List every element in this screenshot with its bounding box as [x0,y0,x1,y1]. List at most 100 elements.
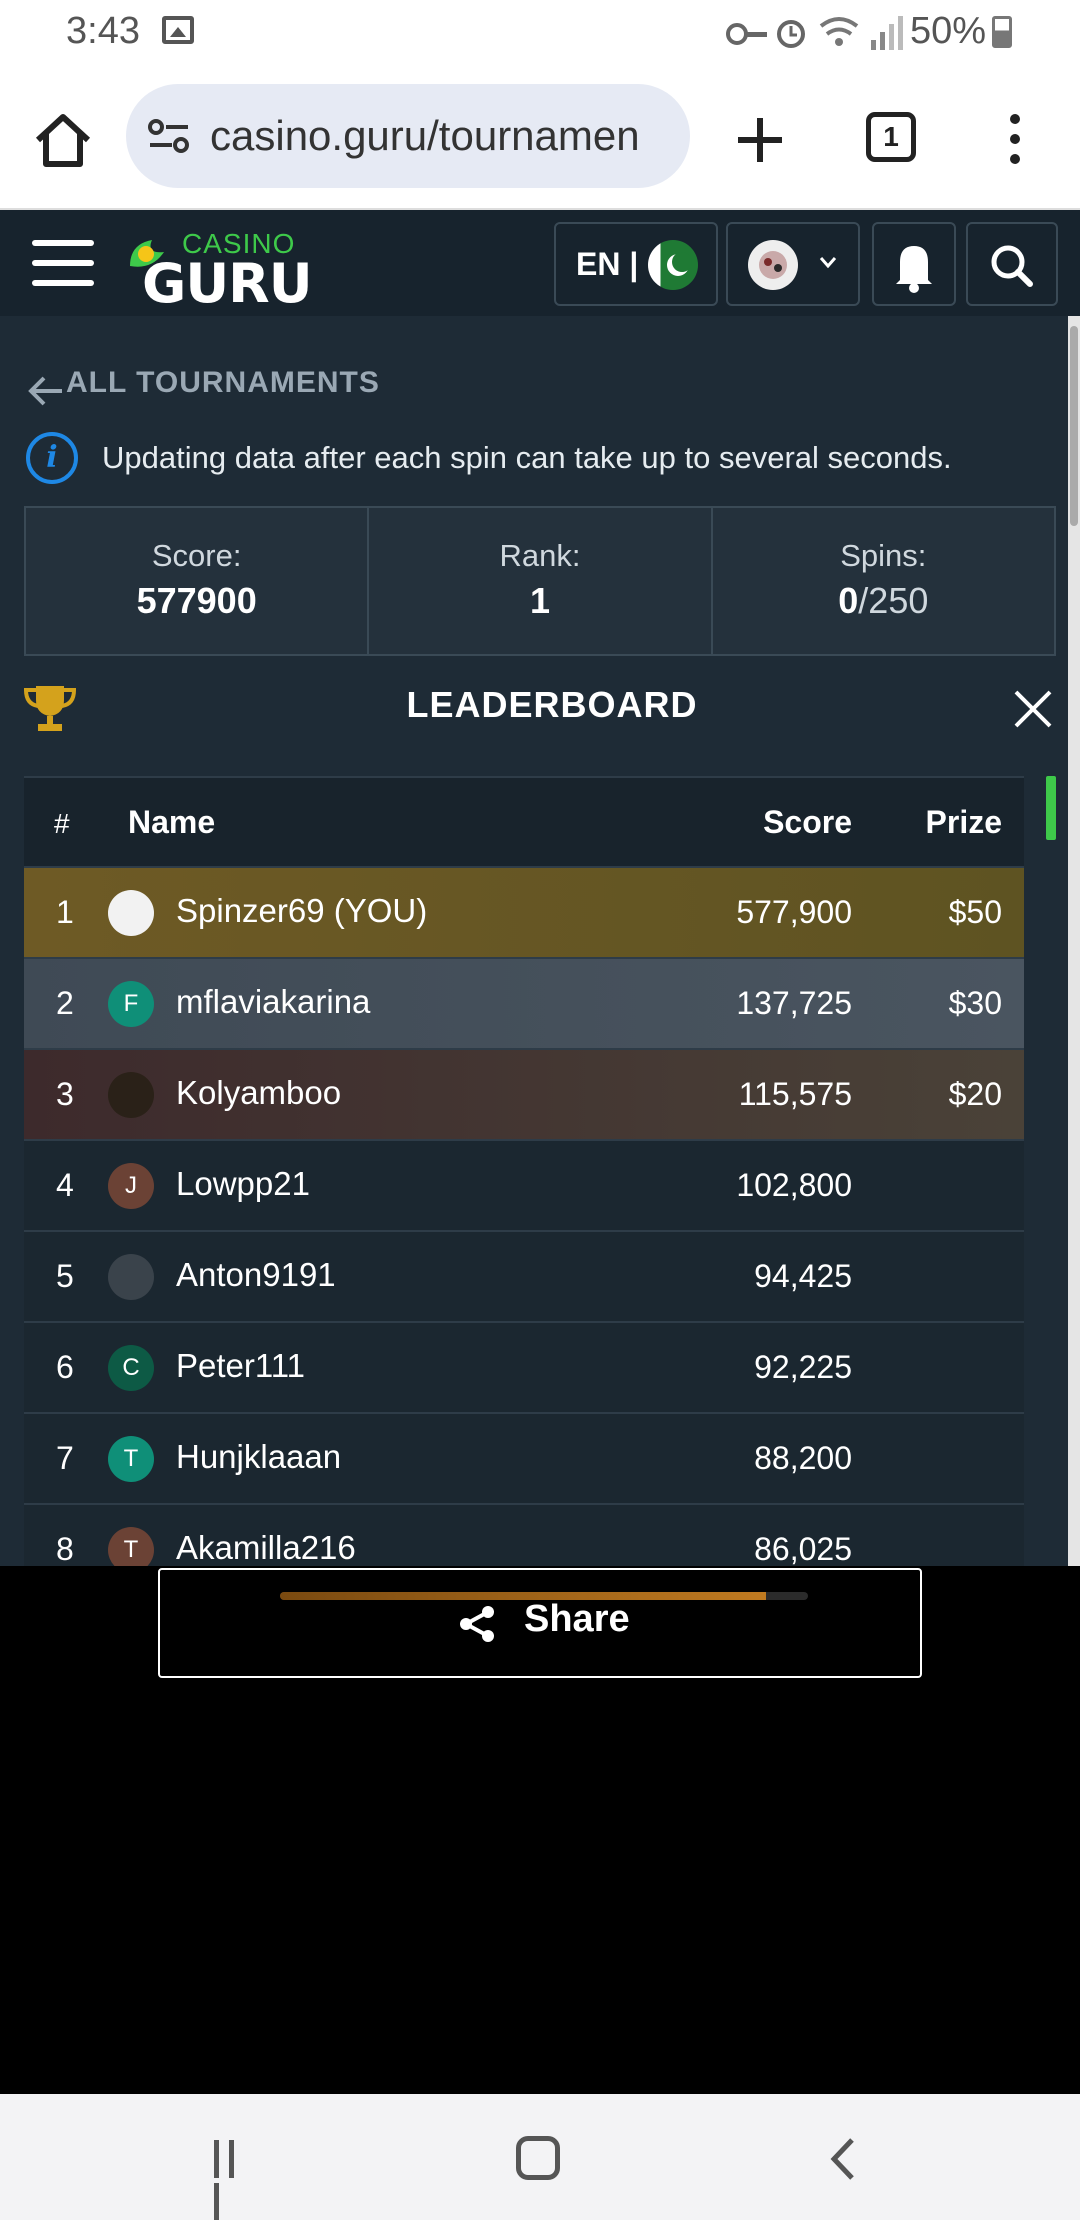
leaderboard-row[interactable]: 5 Anton9191 94,425 [24,1232,1024,1323]
player-score: 115,575 [738,1076,852,1112]
language-label: EN | [576,246,639,282]
row-rank: 1 [56,894,74,930]
tab-switcher-button[interactable]: 1 [866,112,916,162]
player-name[interactable]: mflaviakarina [176,983,370,1021]
search-icon [991,245,1033,287]
player-avatar: T [108,1527,154,1566]
site-settings-icon[interactable] [148,118,190,154]
browser-toolbar: casino.guru/tournamen 1 [0,66,1080,210]
row-rank: 8 [56,1531,74,1566]
player-score: 86,025 [754,1531,852,1566]
row-rank: 3 [56,1076,74,1112]
score-value: 577900 [136,580,257,621]
system-nav-bar [0,2094,1080,2220]
player-name[interactable]: Lowpp21 [176,1165,310,1203]
leaderboard-title: LEADERBOARD [406,684,698,725]
player-score: 88,200 [754,1440,852,1476]
battery-percent: 50% [910,10,987,52]
new-tab-button[interactable] [732,112,788,168]
player-avatar [108,890,154,936]
notifications-button[interactable] [872,222,956,306]
leaderboard-row[interactable]: 4 J Lowpp21 102,800 [24,1141,1024,1232]
language-selector[interactable]: EN | [554,222,718,306]
info-icon: i [26,432,78,484]
share-icon[interactable] [458,1604,498,1644]
player-avatar: C [108,1345,154,1391]
rank-stat: Rank: 1 [369,508,713,654]
home-icon [35,114,91,167]
player-score: 92,225 [754,1349,852,1385]
player-avatar: F [108,981,154,1027]
page-scrollbar-thumb[interactable] [1070,326,1078,526]
leaderboard-table[interactable]: # Name Score Prize 1 Spinzer69 (YOU) 577,9… [24,776,1024,1566]
share-progress-fill [280,1592,766,1600]
player-name[interactable]: Kolyamboo [176,1074,341,1112]
site-header: CASINO GURU EN | [0,210,1080,316]
leaderboard-row[interactable]: 2 Fmflaviakarina 137,725 $30 [24,959,1024,1050]
battery-icon [992,16,1012,48]
player-prize: $30 [948,985,1002,1021]
player-avatar: J [108,1163,154,1209]
home-button[interactable] [516,2136,560,2180]
status-bar: 3:43 50% [0,0,1080,66]
player-name[interactable]: Akamilla216 [176,1529,356,1566]
row-rank: 4 [56,1167,74,1203]
key-alarm-wifi-signal-icon [726,16,903,50]
user-avatar [748,240,798,290]
spins-stat: Spins: 0/250 [713,508,1054,654]
status-time: 3:43 [66,10,140,52]
player-name[interactable]: Anton9191 [176,1256,336,1294]
leaderboard-row[interactable]: 8 T Akamilla216 86,025 [24,1505,1024,1566]
logo-guru-text: GURU [142,252,313,315]
back-button[interactable] [824,2134,864,2184]
col-rank-header: # [54,808,70,839]
leaderboard-row[interactable]: 7 T Hunjklaaan 88,200 [24,1414,1024,1505]
recents-button[interactable] [214,2140,258,2220]
row-rank: 2 [56,985,74,1021]
player-score: 577,900 [736,894,852,930]
tournament-page: ALL TOURNAMENTS i Updating data after ea… [0,316,1080,1566]
row-rank: 7 [56,1440,74,1476]
player-avatar: T [108,1436,154,1482]
player-score: 137,725 [736,985,852,1021]
leaderboard-header-row: # Name Score Prize [24,778,1024,868]
row-rank: 6 [56,1349,74,1385]
col-name-header: Name [128,804,216,840]
all-tournaments-link[interactable]: ALL TOURNAMENTS [66,366,380,400]
info-message: Updating data after each spin can take u… [102,440,952,475]
leaderboard-row[interactable]: 3 Kolyamboo 115,575 $20 [24,1050,1024,1141]
player-name[interactable]: Peter111 [176,1347,305,1385]
user-menu-button[interactable] [726,222,860,306]
score-label: Score: [151,538,242,573]
search-button[interactable] [966,222,1058,306]
leaderboard-row[interactable]: 6 C Peter111 92,225 [24,1323,1024,1414]
player-prize: $50 [948,894,1002,930]
address-bar[interactable]: casino.guru/tournamen [126,84,690,188]
hamburger-menu-icon[interactable] [32,240,94,286]
col-score-header: Score [763,804,852,840]
leaderboard-scroll-indicator[interactable] [1046,776,1056,840]
player-name[interactable]: Spinzer69 (YOU) [176,892,427,930]
browser-home-button[interactable] [30,108,96,174]
chevron-down-icon [819,257,837,269]
stats-panel: Score: 577900 Rank: 1 Spins: 0/250 [24,506,1056,656]
col-prize-header: Prize [925,804,1002,840]
rank-value: 1 [529,580,550,621]
player-name[interactable]: Hunjklaaan [176,1438,341,1476]
player-avatar [108,1072,154,1118]
leaderboard-row[interactable]: 1 Spinzer69 (YOU) 577,900 $50 [24,868,1024,959]
image-notification-icon [162,16,194,44]
player-avatar [108,1254,154,1300]
score-stat: Score: 577900 [26,508,370,654]
casino-guru-logo[interactable]: CASINO GURU [126,226,313,315]
spins-total: /250 [858,580,929,621]
pakistan-flag-icon [648,240,698,290]
back-arrow-icon[interactable] [26,374,66,408]
share-label[interactable]: Share [524,1598,630,1641]
browser-menu-button[interactable] [1000,110,1030,170]
url-text[interactable]: casino.guru/tournamen [210,112,680,160]
rank-label: Rank: [499,538,581,573]
close-icon[interactable] [1012,688,1054,730]
player-score: 102,800 [736,1167,852,1203]
spins-used: 0 [838,580,859,621]
